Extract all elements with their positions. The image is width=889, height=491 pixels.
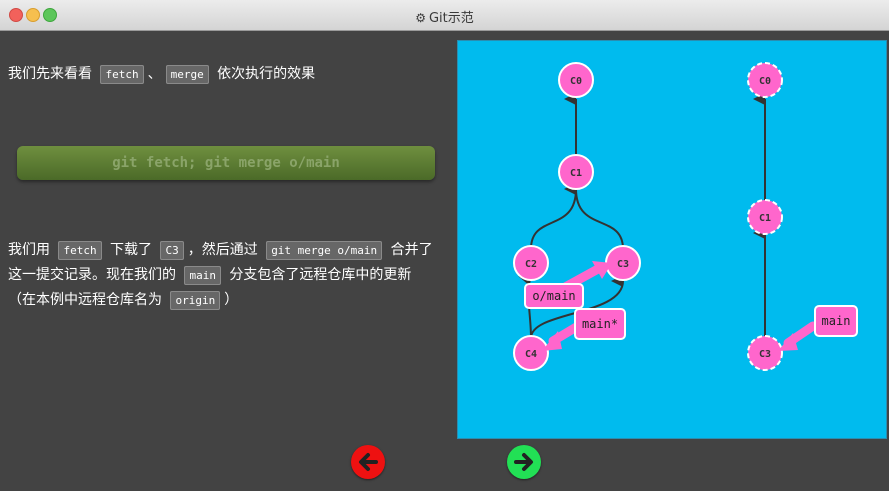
code-main: main (184, 266, 221, 285)
back-button[interactable] (351, 445, 385, 479)
gear-icon: ⚙ (415, 11, 426, 25)
code-fetch: fetch (100, 65, 144, 84)
edge-c3-c1 (575, 188, 624, 250)
label-c1: C1 (570, 168, 582, 179)
code-c3: C3 (160, 241, 184, 260)
arrow-right-icon (514, 453, 533, 471)
explain-text: 我们用 fetch 下载了 C3 ，然后通过 git merge o/main 合… (8, 241, 433, 310)
arrow-left-icon (359, 453, 378, 471)
label-remote-c0: C0 (759, 76, 771, 87)
window-title: ⚙ Git示范 (415, 11, 474, 26)
label-c4: C4 (525, 349, 537, 360)
label-c0: C0 (570, 76, 582, 87)
edge-c2-c1 (530, 183, 577, 250)
title-bar: ⚙ Git示范 (0, 0, 889, 31)
label-remote-c3: C3 (759, 349, 771, 360)
branch-main-local-label: main* (582, 317, 618, 331)
intro-text: 我们先来看看 fetch、 merge 依次执行的效果 (8, 65, 316, 84)
forward-button[interactable] (507, 445, 541, 479)
command-bar: git fetch; git merge o/main (17, 146, 435, 180)
commit-graph: C0 C1 C2 C3 C4 C0 C1 C3 o/main main* mai… (513, 62, 858, 371)
code-git-merge: git merge o/main (266, 241, 383, 260)
code-merge: merge (165, 65, 209, 84)
branch-o-main-label: o/main (532, 289, 575, 303)
git-visualization: C0 C1 C2 C3 C4 C0 C1 C3 o/main main* mai… (457, 40, 887, 439)
code-fetch-2: fetch (58, 241, 102, 260)
label-c2: C2 (525, 259, 537, 270)
label-c3: C3 (617, 259, 629, 270)
branch-main-remote-label: main (822, 314, 851, 328)
code-origin: origin (170, 291, 221, 310)
label-remote-c1: C1 (759, 213, 771, 224)
